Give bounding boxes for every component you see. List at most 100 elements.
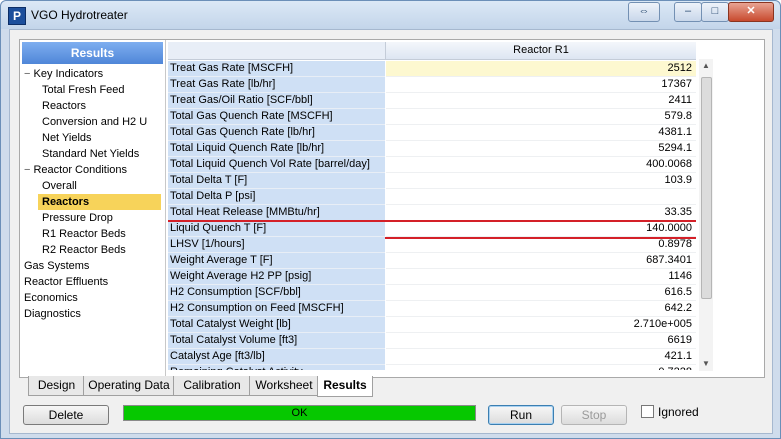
row-value-cell[interactable]: 33.35 (386, 205, 696, 221)
row-label: Total Liquid Quench Vol Rate [barrel/day… (168, 157, 385, 173)
table-row[interactable]: Treat Gas Rate [MSCFH] 2512 (168, 61, 696, 77)
tree-item-label: Reactors (42, 196, 90, 208)
ignored-checkbox-group[interactable]: Ignored (641, 405, 699, 419)
row-value-cell[interactable]: 579.8 (386, 109, 696, 125)
tree-item[interactable]: Gas Systems (20, 258, 165, 274)
title-bar[interactable]: P VGO Hydrotreater ⇔ – □ ✕ (1, 1, 780, 29)
table-row[interactable]: Weight Average T [F] 687.3401 (168, 253, 696, 269)
table-row[interactable]: Total Catalyst Weight [lb] 2.710e+005 (168, 317, 696, 333)
tree-item[interactable]: R1 Reactor Beds (20, 226, 165, 242)
stop-button[interactable]: Stop (561, 405, 627, 425)
tree-item[interactable]: Reactors (20, 98, 165, 114)
table-row[interactable]: H2 Consumption on Feed [MSCFH] 642.2 (168, 301, 696, 317)
row-value-cell[interactable]: 17367 (386, 77, 696, 93)
maximize-button[interactable]: □ (701, 2, 729, 22)
tab-calibration[interactable]: Calibration (173, 376, 251, 396)
sidebar-header: Results (22, 42, 163, 64)
minimize-button[interactable]: – (674, 2, 702, 22)
table-row[interactable]: Total Liquid Quench Rate [lb/hr] 5294.1 (168, 141, 696, 157)
table-row[interactable]: Catalyst Age [ft3/lb] 421.1 (168, 349, 696, 365)
tree-item[interactable]: Conversion and H2 U (20, 114, 165, 130)
tab-operating-data[interactable]: Operating Data (83, 376, 175, 396)
table-row[interactable]: Treat Gas Rate [lb/hr] 17367 (168, 77, 696, 93)
table-row[interactable]: Total Delta P [psi] (168, 189, 696, 205)
row-value-cell[interactable]: 0.7228 (386, 365, 696, 370)
row-label: Total Heat Release [MMBtu/hr] (168, 205, 385, 221)
scroll-thumb[interactable] (701, 77, 712, 299)
row-value-cell[interactable]: 2411 (386, 93, 696, 109)
tree-item-label: Gas Systems (24, 260, 90, 272)
tab-results[interactable]: Results (317, 376, 373, 397)
row-label: H2 Consumption [SCF/bbl] (168, 285, 385, 301)
scroll-up-icon[interactable]: ▲ (701, 61, 711, 71)
tree-item[interactable]: Diagnostics (20, 306, 165, 322)
tree-item-label: Reactor Conditions (33, 164, 128, 176)
results-panel: Results − Key Indicators Total Fresh Feed… (19, 39, 765, 378)
client-area: Results − Key Indicators Total Fresh Feed… (9, 29, 773, 434)
table-row[interactable]: Total Gas Quench Rate [lb/hr] 4381.1 (168, 125, 696, 141)
table-row[interactable]: Total Heat Release [MMBtu/hr] 33.35 (168, 205, 696, 221)
row-value-cell[interactable] (386, 189, 696, 205)
row-value-cell[interactable]: 4381.1 (386, 125, 696, 141)
row-value-cell[interactable]: 687.3401 (386, 253, 696, 269)
row-value-cell[interactable]: 616.5 (386, 285, 696, 301)
grid-corner (168, 42, 386, 60)
close-button[interactable]: ✕ (728, 2, 774, 22)
row-value-cell[interactable]: 2.710e+005 (386, 317, 696, 333)
tree-item[interactable]: Total Fresh Feed (20, 82, 165, 98)
tab-worksheet[interactable]: Worksheet (249, 376, 319, 396)
row-label: Total Gas Quench Rate [MSCFH] (168, 109, 385, 125)
tree-item[interactable]: Economics (20, 290, 165, 306)
app-logo-icon: P (8, 7, 26, 25)
row-value-cell[interactable]: 642.2 (386, 301, 696, 317)
run-button[interactable]: Run (488, 405, 554, 425)
row-label: Total Delta T [F] (168, 173, 385, 189)
tree-item-label: R2 Reactor Beds (42, 244, 126, 256)
table-row[interactable]: Total Gas Quench Rate [MSCFH] 579.8 (168, 109, 696, 125)
tab-design[interactable]: Design (28, 376, 85, 396)
row-label: Treat Gas Rate [MSCFH] (168, 61, 385, 77)
table-row[interactable]: Total Catalyst Volume [ft3] 6619 (168, 333, 696, 349)
tree-item[interactable]: Reactor Effluents (20, 274, 165, 290)
tree-item-label: Total Fresh Feed (42, 84, 125, 96)
tree-item[interactable]: Net Yields (20, 130, 165, 146)
table-row[interactable]: Treat Gas/Oil Ratio [SCF/bbl] 2411 (168, 93, 696, 109)
scroll-down-icon[interactable]: ▼ (701, 359, 711, 369)
tree-item[interactable]: Reactors (38, 194, 161, 210)
row-value-cell[interactable]: 421.1 (386, 349, 696, 365)
tree-item-label: Conversion and H2 U (42, 116, 148, 128)
row-value-cell[interactable]: 2512 (386, 61, 696, 77)
tree-item[interactable]: R2 Reactor Beds (20, 242, 165, 258)
tree-item[interactable]: − Key Indicators (20, 66, 165, 82)
results-sidebar: Results − Key Indicators Total Fresh Feed… (20, 40, 166, 377)
tree-item[interactable]: Standard Net Yields (20, 146, 165, 162)
tree-item[interactable]: Overall (20, 178, 165, 194)
ignored-checkbox[interactable] (641, 405, 654, 418)
table-row[interactable]: H2 Consumption [SCF/bbl] 616.5 (168, 285, 696, 301)
row-value-cell[interactable]: 400.0068 (386, 157, 696, 173)
tree-item[interactable]: − Reactor Conditions (20, 162, 165, 178)
table-row[interactable]: Liquid Quench T [F] 140.0000 (168, 220, 696, 239)
table-row[interactable]: Total Liquid Quench Vol Rate [barrel/day… (168, 157, 696, 173)
row-label: Total Delta P [psi] (168, 189, 385, 205)
grid-vertical-scrollbar[interactable]: ▲ ▼ (699, 59, 713, 371)
delete-button[interactable]: Delete (23, 405, 109, 425)
table-row[interactable]: Remaining Catalyst Activity0.7228 (168, 365, 696, 370)
tree-item-label: Pressure Drop (42, 212, 113, 224)
restore-panel-button[interactable]: ⇔ (628, 2, 660, 22)
row-label: Treat Gas Rate [lb/hr] (168, 77, 385, 93)
row-value-cell[interactable]: 5294.1 (386, 141, 696, 157)
tree-item-label: Economics (24, 292, 78, 304)
table-row[interactable]: Weight Average H2 PP [psig] 1146 (168, 269, 696, 285)
row-value-cell[interactable]: 0.8978 (386, 237, 696, 253)
row-value-cell[interactable]: 103.9 (386, 173, 696, 189)
row-label: H2 Consumption on Feed [MSCFH] (168, 301, 385, 317)
tree-item[interactable]: Pressure Drop (20, 210, 165, 226)
table-row[interactable]: LHSV [1/hours] 0.8978 (168, 237, 696, 253)
table-row[interactable]: Total Delta T [F] 103.9 (168, 173, 696, 189)
row-value-cell[interactable]: 140.0000 (386, 221, 696, 237)
grid-rows: Treat Gas Rate [MSCFH] 2512 Treat Gas Rate… (168, 61, 696, 370)
row-value-cell[interactable]: 1146 (386, 269, 696, 285)
column-header-reactor-r1[interactable]: Reactor R1 (386, 42, 696, 60)
row-value-cell[interactable]: 6619 (386, 333, 696, 349)
